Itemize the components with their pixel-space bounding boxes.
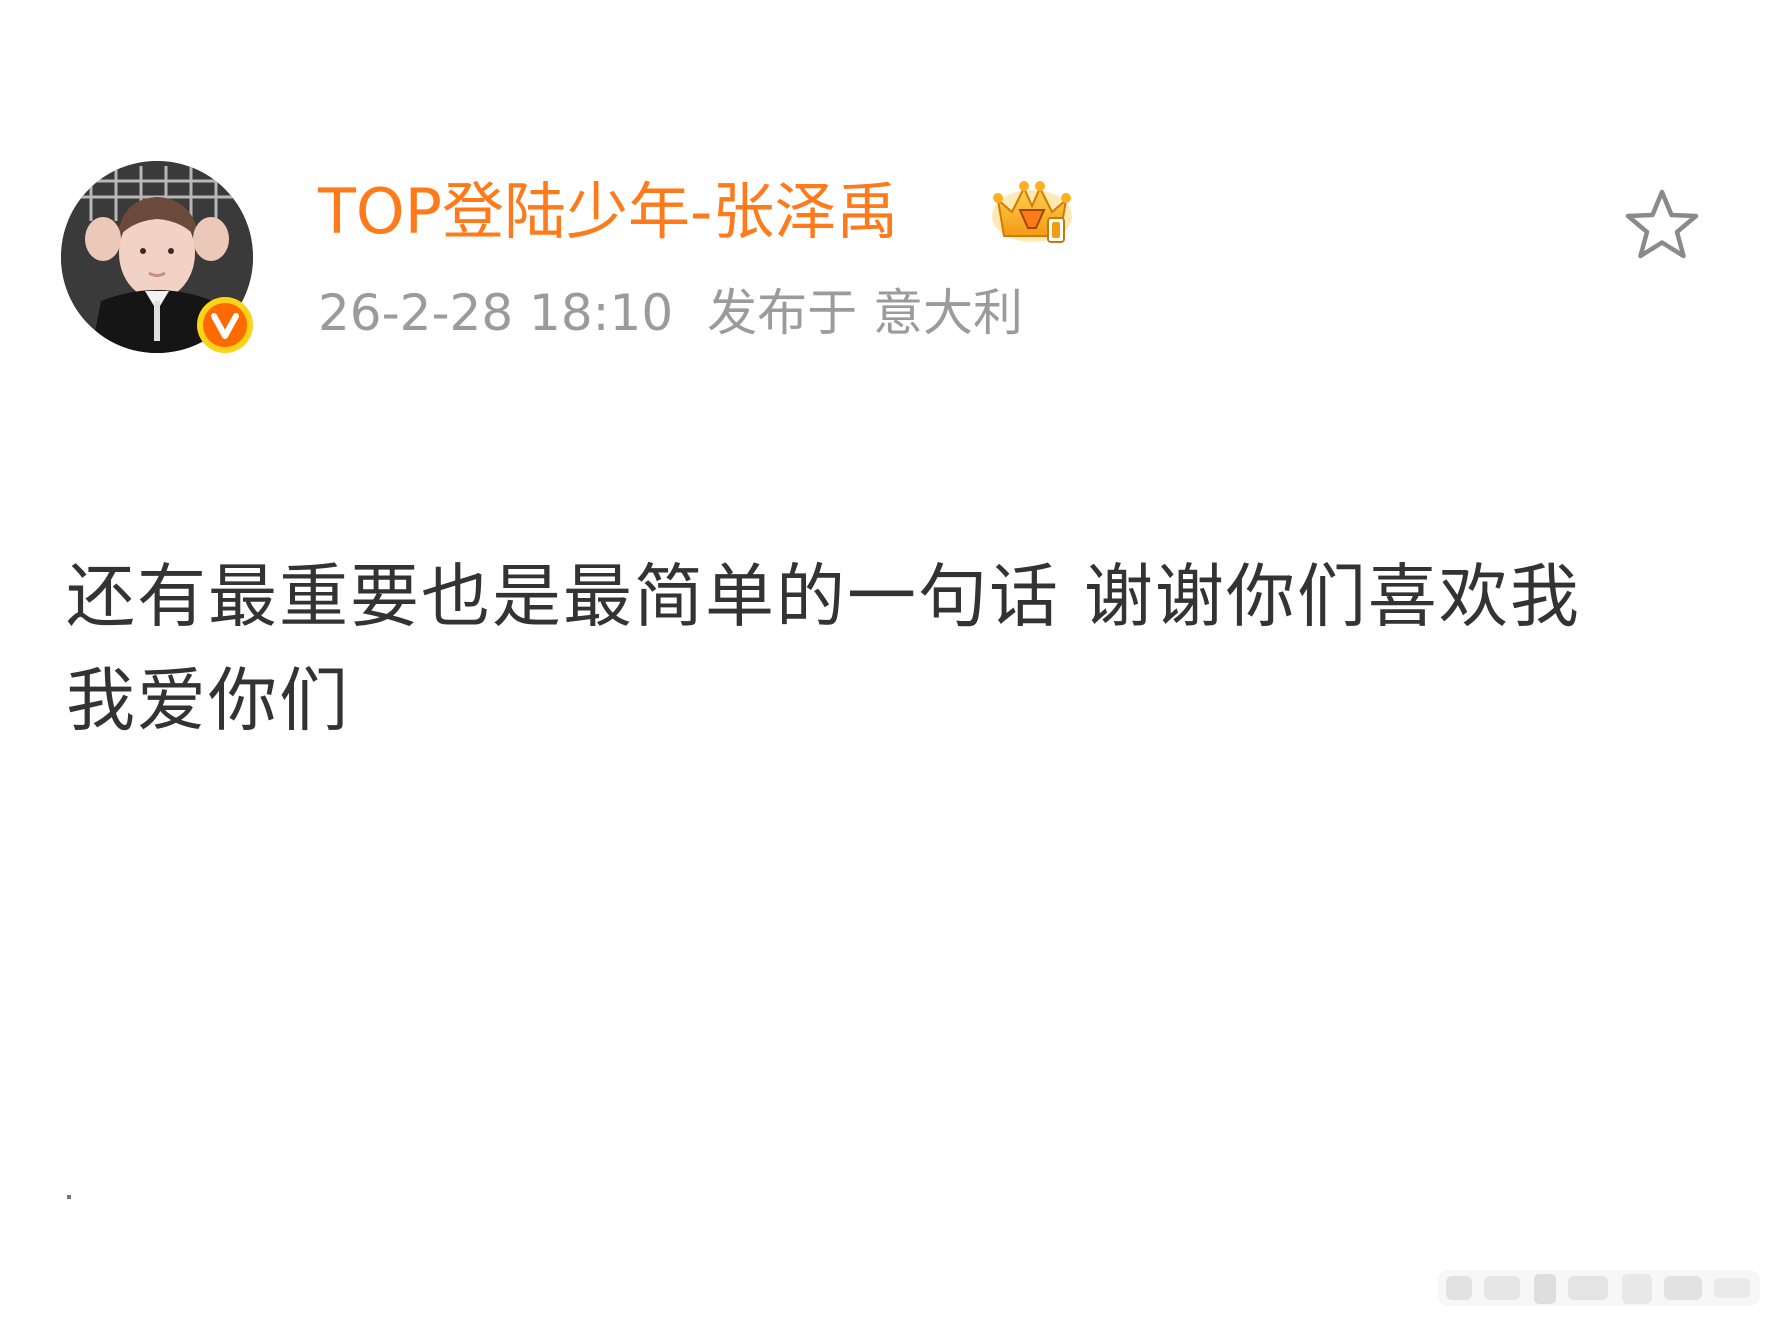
post-text-line-1: 还有最重要也是最简单的一句话 谢谢你们喜欢我: [66, 557, 1581, 637]
avatar[interactable]: [61, 161, 253, 353]
post-text: 还有最重要也是最简单的一句话 谢谢你们喜欢我 我爱你们: [66, 545, 1706, 753]
user-name[interactable]: TOP登陆少年-张泽禹: [318, 172, 898, 252]
post-text-line-2: 我爱你们: [66, 661, 350, 741]
post-timestamp: 26-2-28 18:10: [318, 284, 674, 342]
weibo-watermark: [1438, 1270, 1760, 1306]
crown-badge-icon[interactable]: [990, 178, 1074, 246]
post-location: 发布于 意大利: [707, 284, 1024, 342]
star-icon[interactable]: [1622, 186, 1702, 266]
post-meta: 26-2-28 18:10 发布于 意大利: [318, 278, 1023, 348]
verified-v-icon: [197, 297, 253, 353]
watermark-dot: [67, 1195, 71, 1199]
